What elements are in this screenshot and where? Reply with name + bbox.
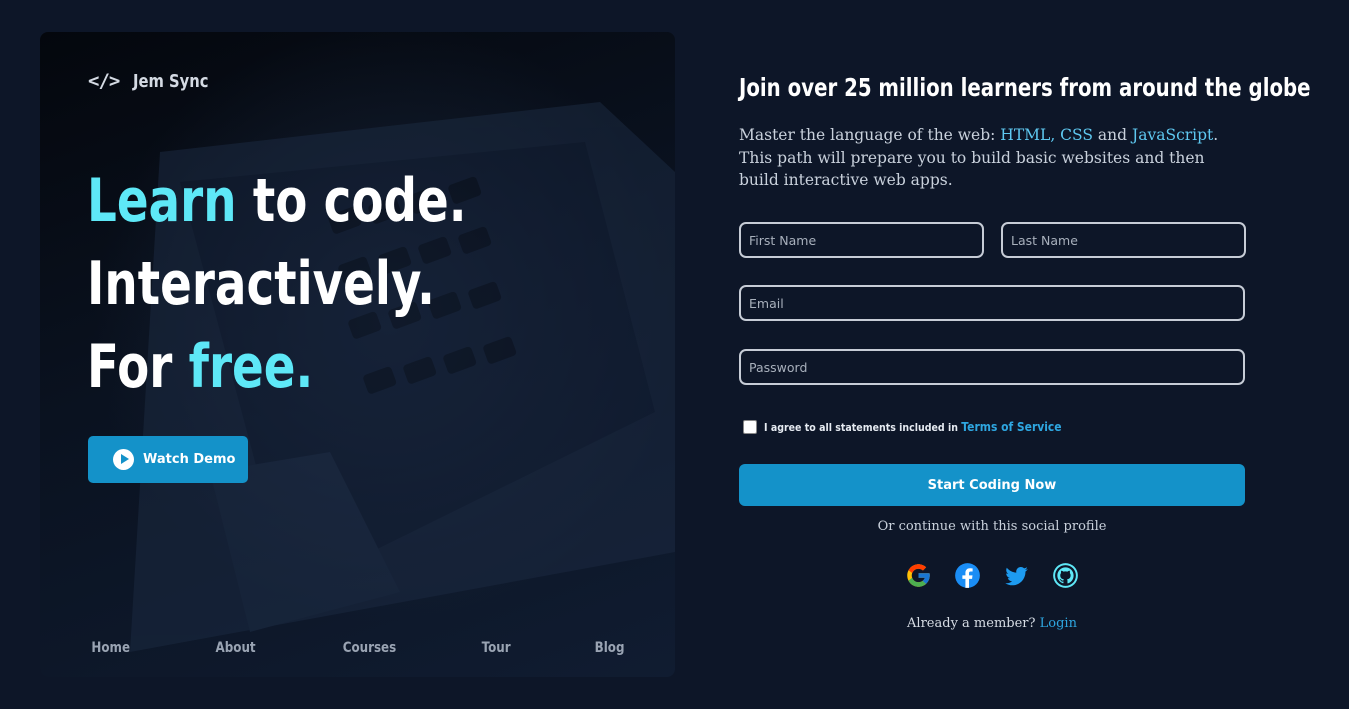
github-icon[interactable]	[1052, 562, 1079, 589]
footer-nav: Home About Courses Tour Blog	[88, 640, 627, 656]
nav-home[interactable]: Home	[91, 640, 130, 656]
email-field[interactable]	[739, 285, 1245, 321]
nav-tour[interactable]: Tour	[482, 640, 511, 656]
form-description: Master the language of the web: HTML, CS…	[739, 124, 1219, 192]
terms-checkbox[interactable]	[743, 419, 757, 434]
member-text: Already a member?	[907, 616, 1040, 631]
start-coding-button[interactable]: Start Coding Now	[739, 464, 1245, 506]
login-link[interactable]: Login	[1040, 616, 1077, 631]
nav-courses[interactable]: Courses	[342, 640, 395, 656]
already-member: Already a member? Login	[739, 616, 1245, 631]
nav-blog[interactable]: Blog	[595, 640, 625, 656]
desc-link-javascript[interactable]: JavaScript	[1132, 126, 1213, 144]
twitter-icon[interactable]	[1003, 562, 1030, 589]
watch-demo-label: Watch Demo	[143, 452, 236, 467]
hero-card: </> Jem Sync Learn to code. Interactivel…	[40, 32, 675, 677]
code-brackets-icon: </>	[88, 70, 120, 92]
headline-line-3: For free.	[87, 326, 467, 409]
desc-text-2: and	[1093, 126, 1132, 144]
brand[interactable]: </> Jem Sync	[88, 70, 225, 92]
headline-for: For	[87, 332, 189, 402]
nav-about[interactable]: About	[216, 640, 256, 656]
terms-of-service-link[interactable]: Terms of Service	[961, 419, 1061, 434]
watch-demo-button[interactable]: Watch Demo	[88, 436, 248, 483]
terms-agreement: I agree to all statements included in Te…	[743, 419, 1110, 434]
password-field[interactable]	[739, 349, 1245, 385]
desc-link-html-css[interactable]: HTML, CSS	[1000, 126, 1093, 144]
headline-word-learn: Learn	[87, 166, 237, 236]
headline-line-2: Interactively.	[87, 249, 435, 319]
headline-to-code: to code.	[236, 166, 467, 236]
headline-word-free: free.	[188, 332, 314, 402]
social-divider-text: Or continue with this social profile	[877, 519, 1107, 534]
terms-label: I agree to all statements included in Te…	[764, 419, 1062, 434]
google-icon[interactable]	[905, 562, 932, 589]
form-title: Join over 25 million learners from aroun…	[739, 73, 1311, 102]
first-name-field[interactable]	[739, 222, 984, 258]
desc-text-1: Master the language of the web:	[739, 126, 1001, 144]
headline-line-1: Learn to code.	[87, 160, 467, 243]
terms-text: I agree to all statements included in	[764, 421, 962, 434]
hero-headline: Learn to code. Interactively. For free.	[87, 160, 574, 409]
facebook-icon[interactable]	[954, 562, 981, 589]
signup-form: Join over 25 million learners from aroun…	[739, 70, 1311, 631]
last-name-field[interactable]	[1001, 222, 1246, 258]
brand-name: Jem Sync	[133, 70, 209, 92]
social-login-row	[739, 562, 1245, 589]
name-row	[739, 222, 1246, 258]
play-icon	[113, 449, 134, 470]
